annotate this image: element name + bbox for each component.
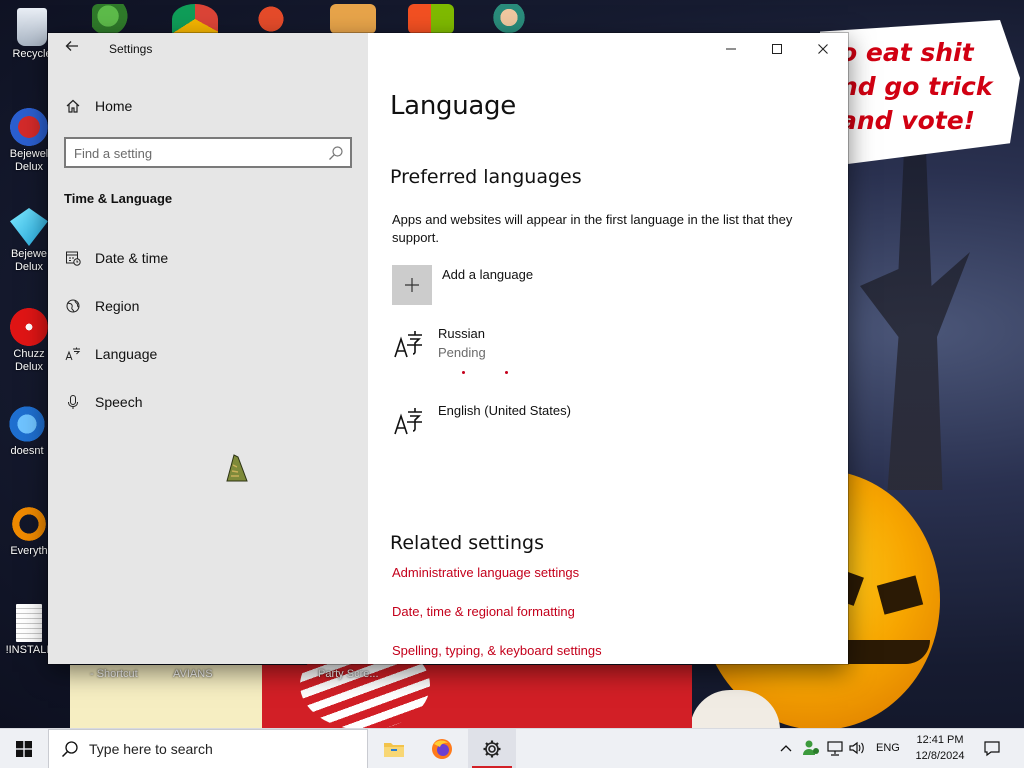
add-language-button[interactable]: Add a language [392, 265, 533, 305]
diamond-icon [10, 208, 48, 246]
back-button[interactable] [62, 39, 82, 59]
windows-logo-icon [16, 741, 32, 757]
microphone-icon [65, 394, 81, 410]
sidebar-item-speech[interactable]: Speech [48, 386, 368, 418]
user-status-icon [803, 740, 819, 755]
related-settings-heading: Related settings [390, 532, 544, 554]
calendar-clock-icon [65, 250, 81, 266]
close-icon [818, 44, 828, 54]
sidebar-item-label: Language [95, 346, 158, 362]
search-input[interactable] [74, 144, 314, 162]
settings-sidebar: Settings Home Time & Language Date & tim… [48, 33, 368, 664]
app-title: Settings [109, 42, 153, 56]
settings-main-pane: Language Preferred languages Apps and we… [368, 33, 848, 664]
desktop-icon-doesnt[interactable]: doesnt [0, 405, 54, 457]
wallpaper-speech-text: o eat shit nd go trick and vote! [840, 36, 1010, 138]
wallpaper-text-line: nd go trick [840, 72, 993, 101]
network-icon[interactable] [826, 739, 844, 757]
link-spelling-typing-keyboard-settings[interactable]: Spelling, typing, & keyboard settings [392, 643, 602, 658]
back-arrow-icon [65, 41, 78, 51]
tray-user-icon[interactable] [802, 739, 820, 757]
language-icon [392, 402, 428, 438]
text-file-icon [16, 604, 42, 642]
language-name: Russian [438, 326, 485, 341]
link-administrative-language-settings[interactable]: Administrative language settings [392, 565, 579, 580]
close-button[interactable] [800, 33, 846, 65]
clock-date: 12/8/2024 [915, 750, 965, 762]
wallpaper-text-line: and vote! [840, 106, 976, 135]
bejeweled-icon [10, 108, 48, 146]
taskbar-search-text: Type here to search [89, 741, 213, 757]
chevron-up-icon [780, 745, 792, 752]
taskbar-app-settings[interactable] [468, 729, 516, 768]
desktop-icon-app[interactable] [248, 4, 294, 34]
wallpaper-tree [860, 150, 970, 490]
desktop-icon-label: Party Scre... [318, 668, 379, 680]
action-center-button[interactable] [978, 729, 1006, 768]
page-title: Language [390, 91, 516, 121]
taskbar-app-firefox[interactable] [418, 729, 466, 768]
desktop-icon-chrome[interactable] [172, 4, 218, 34]
search-icon [61, 740, 79, 758]
sidebar-item-region[interactable]: Region [48, 290, 368, 322]
start-button[interactable] [0, 729, 48, 768]
firefox-icon [432, 739, 452, 759]
recycle-bin-icon [17, 8, 47, 46]
preferred-languages-heading: Preferred languages [390, 166, 582, 188]
sidebar-item-language[interactable]: Language [48, 338, 368, 370]
input-language-indicator[interactable]: ENG [876, 742, 900, 754]
desktop-icon-windows[interactable] [408, 4, 454, 34]
globe-icon [65, 298, 81, 314]
taskbar-app-file-explorer[interactable] [370, 729, 418, 768]
mouse-cursor [224, 453, 250, 485]
progress-dot [505, 371, 508, 374]
chuzzle-icon [10, 308, 48, 346]
desktop-icon-label: AVIANS [173, 668, 213, 680]
language-name: English (United States) [438, 403, 571, 418]
thunderbird-icon [8, 405, 46, 443]
language-icon [65, 346, 81, 362]
show-hidden-icons-button[interactable] [777, 739, 795, 757]
maximize-button[interactable] [754, 33, 800, 65]
volume-icon[interactable] [848, 739, 866, 757]
language-item-english[interactable]: English (United States) [392, 402, 571, 438]
sidebar-item-label: Home [95, 98, 133, 114]
progress-dot [462, 371, 465, 374]
taskbar: Type here to search ENG 12:41 PM 12/8/20… [0, 728, 1024, 768]
gear-icon [483, 740, 501, 758]
desktop-icon-label: doesnt [10, 445, 44, 457]
file-explorer-icon [384, 743, 404, 757]
notification-icon [984, 741, 1000, 757]
sidebar-item-home[interactable]: Home [48, 90, 368, 122]
magnifier-icon [10, 505, 48, 543]
settings-window: Settings Home Time & Language Date & tim… [48, 33, 848, 664]
sidebar-item-date-time[interactable]: Date & time [48, 242, 368, 274]
desktop-icon-label: - Shortcut [90, 668, 138, 680]
link-date-time-regional-formatting[interactable]: Date, time & regional formatting [392, 604, 575, 619]
desktop-icon-app-2[interactable] [330, 4, 376, 34]
sidebar-item-label: Region [95, 298, 140, 314]
sidebar-item-label: Date & time [95, 250, 169, 266]
search-icon [328, 145, 344, 161]
clock-time: 12:41 PM [916, 734, 964, 746]
desktop-icon-messenger[interactable] [92, 4, 138, 34]
plus-icon [392, 265, 432, 305]
preferred-languages-description: Apps and websites will appear in the fir… [392, 212, 793, 245]
search-field[interactable] [64, 137, 352, 168]
sidebar-item-label: Speech [95, 394, 143, 410]
language-status: Pending [438, 345, 486, 360]
home-icon [65, 98, 81, 114]
minimize-icon [726, 48, 736, 50]
language-icon [392, 325, 428, 361]
desktop-icon-avatar[interactable] [486, 4, 532, 34]
taskbar-clock[interactable]: 12:41 PM 12/8/2024 [908, 732, 972, 764]
taskbar-search-box[interactable]: Type here to search [48, 729, 368, 768]
minimize-button[interactable] [708, 33, 754, 65]
wallpaper-text-line: o eat shit [840, 38, 974, 67]
maximize-icon [772, 44, 782, 54]
section-title: Time & Language [64, 191, 173, 206]
add-language-label: Add a language [442, 267, 534, 282]
language-item-russian[interactable]: Russian Pending [392, 325, 486, 363]
